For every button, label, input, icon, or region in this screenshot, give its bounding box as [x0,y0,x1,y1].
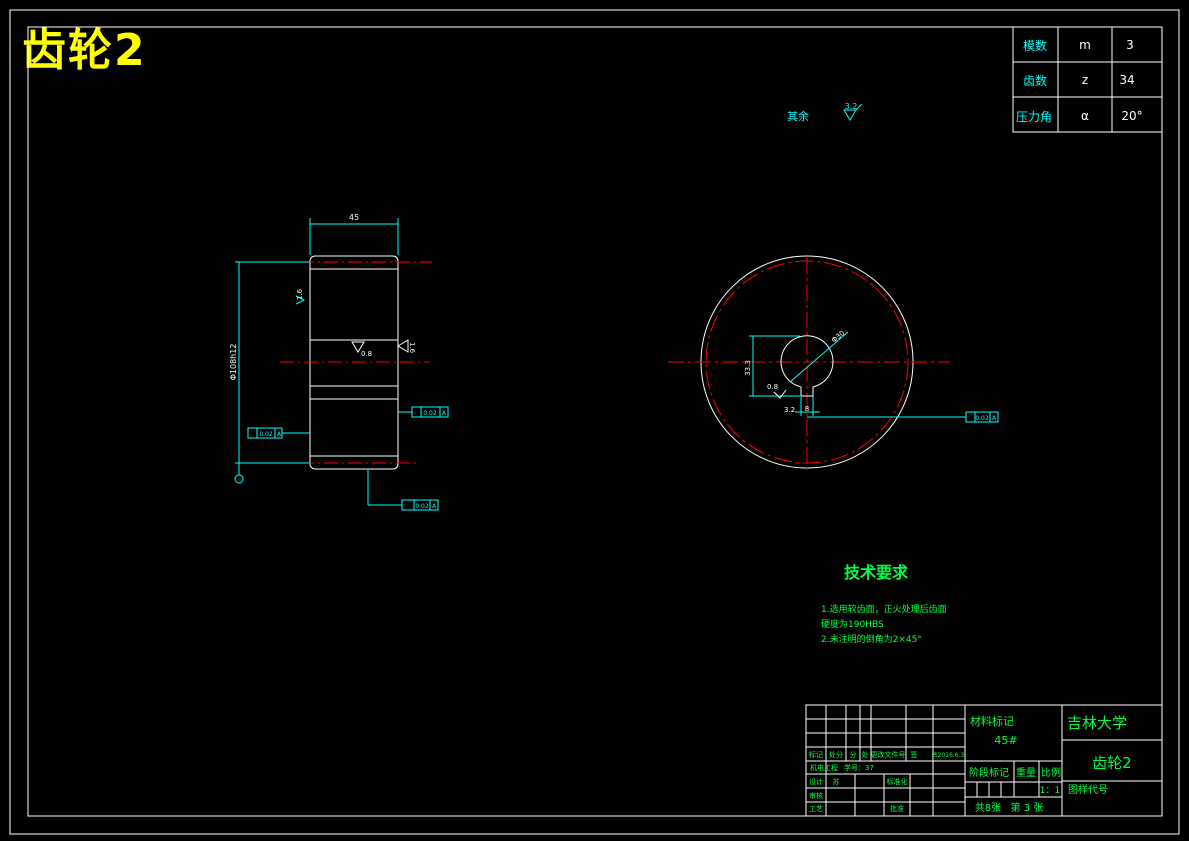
param-symbol-pressure: α [1081,109,1089,123]
datum-symbol-icon [234,474,244,484]
param-value-module: 3 [1126,38,1134,52]
tb-doc: 更改文件号 [871,750,906,759]
tb-design-label: 设计 [809,777,823,786]
tb-drawing-no-label: 图样代号 [1068,783,1108,796]
roughness-bore-value: 0.8 [361,350,372,358]
side-view: 33.3 Φ30 8 0.8 3.2 0.02 A [668,255,999,470]
roughness-side-icon [397,339,409,353]
tol-sym-value: 0.02 [975,415,989,422]
rough-key-icon [773,389,787,399]
tol-perp-value: 0.02 [259,431,273,438]
width-dimension: 45 [349,213,359,222]
roughness-face-value: 1.6 [296,288,304,300]
tb-sign: 签 [911,750,918,759]
tb-sheet-no: 第 3 张 [1011,801,1044,814]
keyway-dimension: 33.3 [744,360,752,376]
tb-material-label: 材料标记 [970,714,1014,728]
diameter-dimension: Φ108h12 [229,344,238,381]
gear-params-table: 模数 m 3 齿数 z 34 压力角 α 20° [1012,26,1163,133]
rough-key-value: 0.8 [767,383,778,391]
tol-perp-datum: A [277,431,282,438]
param-symbol-teeth: z [1082,73,1088,87]
tb-class: 机电工程 [810,763,838,772]
tb-part-name: 齿轮2 [1092,754,1132,772]
tb-design-name: 苏 [833,777,840,786]
tb-count: 处分 [829,750,843,759]
tb-standard: 标准化 [887,777,908,786]
cad-drawing: 模数 m 3 齿数 z 34 压力角 α 20° 其余 3.2 45 Φ108h… [9,9,1180,835]
tb-process: 工艺 [809,805,823,813]
param-label-teeth: 齿数 [1023,73,1047,88]
roughness-rest-value: 3.2 [845,102,858,111]
tb-scale-label: 比例 [1041,766,1061,779]
tb-area: 处 [862,750,869,759]
tb-stage: 阶段标记 [969,766,1009,779]
tb-scale: 1：1 [1040,786,1060,796]
roughness-rest-label: 其余 [787,109,809,123]
rough-keyside-value: 3.2 [784,406,795,414]
tb-material: 45# [994,734,1017,747]
tol-parallel-value: 0.02 [423,410,437,417]
param-value-pressure: 20° [1121,109,1142,123]
tech-req-title: 技术要求 [844,563,909,582]
tol-runout-datum: A [432,503,437,510]
tb-student-no: 学号：37 [844,763,874,772]
tech-requirements: 技术要求 1.选用软齿面，正火处理后齿面 硬度为190HBS 2.未注明的倒角为… [821,563,947,645]
tb-school: 吉林大学 [1067,714,1127,732]
key-width-dimension: 8 [805,405,809,413]
roughness-side-value: 1.6 [408,342,416,354]
tech-req-line-3: 2.未注明的倒角为2×45° [821,633,922,645]
title-block: 标记 处分 分 处 更改文件号 签 名2016.6.3 机电工程 学号：37 设… [805,704,1163,817]
roughness-rest: 其余 3.2 [787,102,863,123]
param-label-pressure: 压力角 [1016,110,1052,124]
tech-req-line-2: 硬度为190HBS [821,618,884,630]
tb-mark: 标记 [809,750,823,759]
tb-weight: 重量 [1016,766,1036,779]
tb-approve: 批准 [890,804,904,813]
outer-border [9,9,1180,835]
param-value-teeth: 34 [1119,73,1134,87]
param-label-module: 模数 [1023,38,1047,53]
param-symbol-module: m [1079,38,1091,52]
tol-runout-value: 0.02 [415,503,429,510]
tech-req-line-1: 1.选用软齿面，正火处理后齿面 [821,603,947,615]
tb-check: 审核 [809,791,823,800]
tol-sym-datum: A [992,415,997,422]
bore-dimension: Φ30 [830,329,846,344]
tb-date: 名2016.6.3 [932,751,965,759]
tb-zone: 分 [850,750,857,759]
tb-sheets: 共8张 [975,802,1001,814]
tol-parallel-datum: A [442,410,447,417]
front-view: 45 Φ108h12 1.6 0.8 1.6 0.02 A 0.02 A 0.0… [229,213,449,511]
